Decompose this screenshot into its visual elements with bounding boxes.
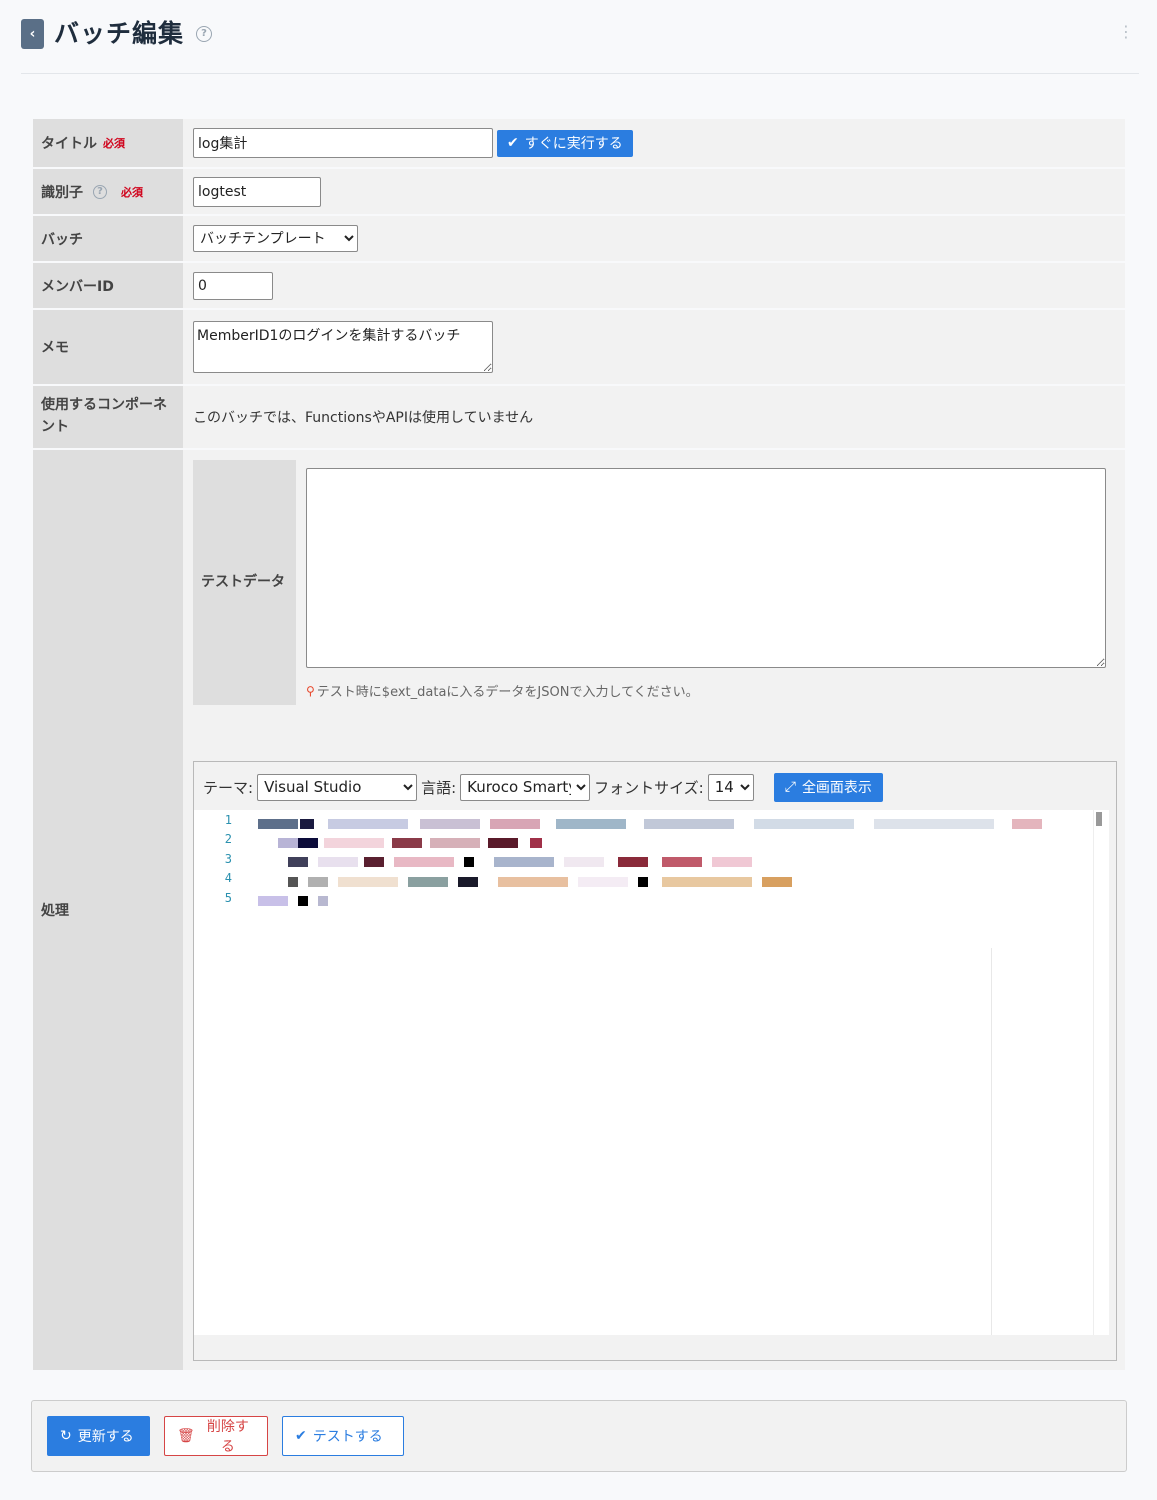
memo-value-cell: MemberID1のログインを集計するバッチ	[183, 310, 1125, 384]
title-label-cell: タイトル 必須	[33, 119, 183, 167]
memo-label-cell: メモ	[33, 310, 183, 384]
update-label: 更新する	[77, 1429, 134, 1445]
code-line-blurred	[258, 872, 1042, 891]
row-member-id: メンバーID	[33, 263, 1125, 310]
row-components: 使用するコンポーネント このバッチでは、FunctionsやAPIは使用していま…	[33, 386, 1125, 450]
line-number: 1	[224, 813, 232, 827]
batch-label: バッチ	[41, 231, 83, 248]
code-line-blurred	[258, 853, 1042, 872]
components-label-cell: 使用するコンポーネント	[33, 386, 183, 448]
test-data-area: ⚲ テスト時に$ext_dataに入るデータをJSONで入力してください。	[296, 460, 1117, 705]
processing-value-cell: テストデータ ⚲ テスト時に$ext_dataに入るデータをJSONで入力してく…	[183, 450, 1125, 1370]
line-number: 4	[224, 871, 232, 886]
question-circle-icon[interactable]: ?	[196, 26, 212, 42]
lightbulb-icon: ⚲	[306, 683, 315, 698]
font-size-label: フォントサイズ:	[594, 778, 704, 797]
identifier-value-cell	[183, 169, 1125, 214]
chevron-left-icon: ‹	[29, 26, 36, 42]
identifier-input[interactable]	[193, 176, 321, 207]
row-title: タイトル 必須 ✔ すぐに実行する	[33, 119, 1125, 169]
batch-select[interactable]: バッチテンプレート	[193, 225, 358, 252]
print-margin-line	[991, 948, 992, 1335]
test-data-label-cell: テストデータ	[193, 460, 296, 705]
line-number: 5	[224, 890, 232, 905]
theme-select[interactable]: Visual Studio	[257, 773, 418, 801]
action-bar: ↻ 更新する 🗑 削除する ✔ テストする	[31, 1400, 1127, 1472]
processing-label: 処理	[41, 903, 69, 919]
code-editor-panel: テーマ: Visual Studio 言語: Kuroco Smarty フォン…	[193, 761, 1117, 1361]
fullscreen-label: 全画面表示	[801, 780, 872, 796]
expand-icon: ⤢	[784, 779, 796, 795]
components-value-cell: このバッチでは、FunctionsやAPIは使用していません	[183, 386, 1125, 448]
row-identifier: 識別子 ? 必須	[33, 169, 1125, 216]
test-data-block: テストデータ ⚲ テスト時に$ext_dataに入るデータをJSONで入力してく…	[193, 460, 1117, 705]
trash-icon: 🗑	[177, 1428, 195, 1444]
run-now-button[interactable]: ✔ すぐに実行する	[497, 129, 633, 157]
delete-button[interactable]: 🗑 削除する	[164, 1416, 268, 1456]
member-id-label: メンバーID	[41, 278, 114, 295]
memo-textarea[interactable]: MemberID1のログインを集計するバッチ	[193, 321, 493, 373]
member-id-value-cell	[183, 263, 1125, 308]
line-number: 2	[224, 832, 232, 847]
delete-label: 削除する	[206, 1419, 249, 1455]
update-button[interactable]: ↻ 更新する	[47, 1416, 150, 1456]
language-label: 言語:	[421, 778, 457, 797]
row-batch: バッチ バッチテンプレート	[33, 216, 1125, 263]
row-memo: メモ MemberID1のログインを集計するバッチ	[33, 310, 1125, 386]
run-now-label: すぐに実行する	[524, 136, 623, 152]
test-data-hint: ⚲ テスト時に$ext_dataに入るデータをJSONで入力してください。	[306, 681, 1117, 701]
batch-value-cell: バッチテンプレート	[183, 216, 1125, 261]
row-processing: 処理 テストデータ ⚲ テスト時に$ext_dataに入るデータをJSONで入力…	[33, 450, 1125, 1370]
required-badge: 必須	[121, 185, 143, 199]
font-size-select[interactable]: 14	[707, 773, 754, 801]
kebab-menu-icon[interactable]: ⋮	[1118, 24, 1134, 40]
title-input[interactable]	[193, 128, 493, 158]
test-data-hint-text: テスト時に$ext_dataに入るデータをJSONで入力してください。	[316, 685, 699, 700]
editor-scrollbar[interactable]	[1093, 810, 1105, 1335]
question-circle-icon[interactable]: ?	[93, 184, 107, 199]
title-value-cell: ✔ すぐに実行する	[183, 119, 1125, 167]
identifier-label-cell: 識別子 ? 必須	[33, 169, 183, 214]
code-line-blurred	[258, 892, 1042, 911]
test-data-label: テストデータ	[201, 574, 285, 590]
test-label: テストする	[312, 1429, 383, 1445]
memo-label: メモ	[41, 340, 69, 356]
required-badge: 必須	[103, 137, 125, 150]
line-number: 3	[224, 851, 232, 866]
page-title: バッチ編集	[54, 19, 185, 48]
line-number-gutter: 1 2 3 4 5	[194, 810, 252, 1335]
components-note: このバッチでは、FunctionsやAPIは使用していません	[193, 410, 534, 426]
processing-label-cell: 処理	[33, 450, 183, 1370]
header-divider	[21, 73, 1139, 74]
theme-label: テーマ:	[203, 778, 254, 797]
member-id-input[interactable]	[193, 271, 273, 300]
fullscreen-button[interactable]: ⤢ 全画面表示	[773, 772, 883, 802]
refresh-icon: ↻	[60, 1428, 72, 1444]
check-icon: ✔	[295, 1428, 307, 1444]
components-label: 使用するコンポーネント	[41, 397, 167, 435]
code-line-blurred	[258, 833, 1042, 852]
test-button[interactable]: ✔ テストする	[282, 1416, 404, 1456]
scrollbar-thumb[interactable]	[1096, 812, 1102, 826]
identifier-label: 識別子	[41, 184, 83, 201]
back-button[interactable]: ‹	[21, 19, 44, 49]
test-data-textarea[interactable]	[306, 468, 1106, 668]
title-label: タイトル	[41, 136, 97, 152]
editor-toolbar: テーマ: Visual Studio 言語: Kuroco Smarty フォン…	[203, 772, 1116, 802]
check-icon: ✔	[507, 135, 519, 151]
batch-label-cell: バッチ	[33, 216, 183, 261]
code-line-blurred	[258, 814, 1042, 833]
batch-edit-form: タイトル 必須 ✔ すぐに実行する 識別子 ? 必須 バッチ バッチテンプレート	[33, 119, 1125, 1370]
member-id-label-cell: メンバーID	[33, 263, 183, 308]
page-header: ‹ バッチ編集 ? ⋮	[0, 0, 1157, 75]
code-editor[interactable]: 1 2 3 4 5	[194, 810, 1109, 1335]
language-select[interactable]: Kuroco Smarty	[460, 773, 591, 801]
code-lines	[258, 814, 1042, 911]
